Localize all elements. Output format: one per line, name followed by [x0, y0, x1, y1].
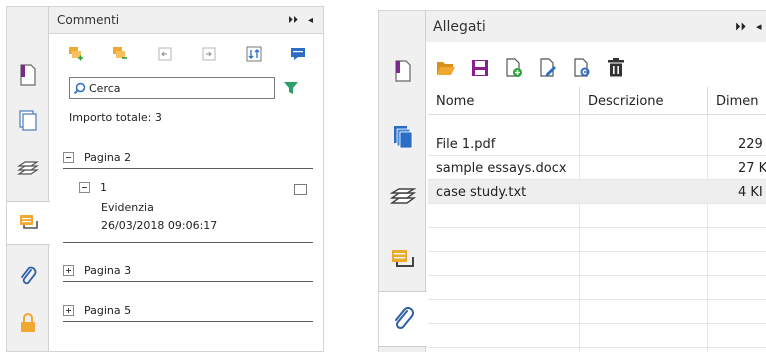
pages-thumbnails-icon[interactable] — [379, 109, 426, 165]
comment-date: 26/03/2018 09:06:17 — [101, 219, 218, 232]
add-file-icon[interactable] — [504, 58, 524, 78]
expand-panel-icon[interactable]: ⏵⏵ — [288, 7, 298, 34]
divider — [63, 281, 313, 282]
search-input[interactable] — [89, 81, 259, 95]
sort-comments-icon[interactable] — [245, 45, 263, 63]
pages-thumbnails-icon[interactable] — [7, 99, 49, 143]
expand-icon[interactable] — [63, 264, 74, 276]
bookmark-icon[interactable] — [379, 43, 426, 99]
attachments-panel: Allegati ⏵⏵ ◂ Nome Descrizione Dimen Fil… — [378, 10, 766, 352]
layers-icon[interactable] — [7, 149, 49, 193]
file-properties-icon[interactable] — [572, 58, 592, 78]
page-group-row[interactable]: Pagina 2 — [63, 147, 313, 167]
right-side-rail — [379, 11, 427, 352]
comments-panel: Commenti ⏵⏵ ◂ Importo totale: 3 Pagina 2 — [6, 6, 324, 352]
left-side-rail — [7, 7, 50, 351]
file-description — [580, 132, 708, 156]
comments-title: Commenti — [57, 13, 120, 27]
column-header-description[interactable]: Descrizione — [580, 87, 708, 115]
column-header-name[interactable]: Nome — [428, 87, 580, 115]
attachments-title: Allegati — [433, 18, 486, 35]
page-group-label: Pagina 2 — [84, 150, 132, 164]
comment-checkbox[interactable] — [294, 184, 307, 195]
bookmark-icon[interactable] — [7, 53, 49, 97]
collapse-icon[interactable] — [63, 151, 74, 163]
paperclip-icon[interactable] — [379, 291, 427, 347]
comments-toolbar — [67, 43, 307, 65]
attachments-header: Allegati — [426, 11, 766, 42]
page-group-row[interactable]: Pagina 3 — [63, 260, 313, 280]
collapse-icon[interactable] — [79, 182, 90, 193]
empty-row — [428, 324, 766, 348]
comment-options-icon[interactable] — [289, 45, 307, 63]
comments-icon[interactable] — [379, 231, 426, 287]
file-size: 27 K — [738, 160, 766, 176]
divider — [63, 242, 313, 243]
collapse-panel-icon[interactable]: ◂ — [756, 11, 762, 42]
file-name: sample essays.docx — [436, 160, 567, 176]
attachments-table: Nome Descrizione Dimen File 1.pdf 229 sa… — [428, 87, 766, 352]
divider — [63, 321, 313, 322]
comment-search-box — [69, 77, 275, 99]
column-header-size[interactable]: Dimen — [708, 87, 766, 115]
empty-row — [428, 204, 766, 228]
divider — [63, 168, 313, 169]
page-group-row[interactable]: Pagina 5 — [63, 300, 313, 320]
comment-number: 1 — [100, 181, 107, 194]
empty-row — [428, 300, 766, 324]
previous-comment-icon[interactable] — [156, 45, 174, 63]
page-group-label: Pagina 3 — [84, 263, 132, 277]
file-size: 4 KI — [738, 184, 763, 200]
layers-icon[interactable] — [379, 171, 426, 227]
paperclip-icon[interactable] — [7, 255, 49, 299]
collapse-panel-icon[interactable]: ◂ — [308, 7, 313, 34]
attachments-toolbar — [436, 56, 676, 80]
filter-icon[interactable] — [283, 80, 299, 96]
comment-type: Evidenzia — [101, 201, 154, 214]
expand-all-comments-icon[interactable] — [67, 45, 85, 63]
edit-file-icon[interactable] — [538, 58, 558, 78]
table-row[interactable]: case study.txt 4 KI — [428, 180, 766, 204]
save-icon[interactable] — [470, 58, 490, 78]
file-name: File 1.pdf — [436, 136, 496, 152]
table-row[interactable]: File 1.pdf 229 — [428, 132, 766, 156]
file-description — [580, 156, 708, 180]
empty-row — [428, 228, 766, 252]
comments-header: Commenti — [49, 7, 323, 34]
open-folder-icon[interactable] — [436, 58, 456, 78]
total-count: Importo totale: 3 — [69, 111, 162, 124]
comments-tab-icon[interactable] — [7, 201, 50, 245]
file-description — [580, 180, 708, 204]
table-header: Nome Descrizione Dimen — [428, 87, 766, 115]
page-group-label: Pagina 5 — [84, 303, 132, 317]
empty-row — [428, 276, 766, 300]
expand-icon[interactable] — [63, 304, 74, 316]
file-size: 229 — [738, 136, 763, 152]
table-row[interactable]: sample essays.docx 27 K — [428, 156, 766, 180]
trash-icon[interactable] — [606, 58, 626, 78]
expand-panel-icon[interactable]: ⏵⏵ — [735, 11, 746, 42]
next-comment-icon[interactable] — [200, 45, 218, 63]
empty-row — [428, 252, 766, 276]
search-icon — [73, 82, 86, 94]
collapse-all-comments-icon[interactable] — [111, 45, 129, 63]
file-name: case study.txt — [436, 184, 527, 200]
lock-icon[interactable] — [7, 301, 49, 345]
